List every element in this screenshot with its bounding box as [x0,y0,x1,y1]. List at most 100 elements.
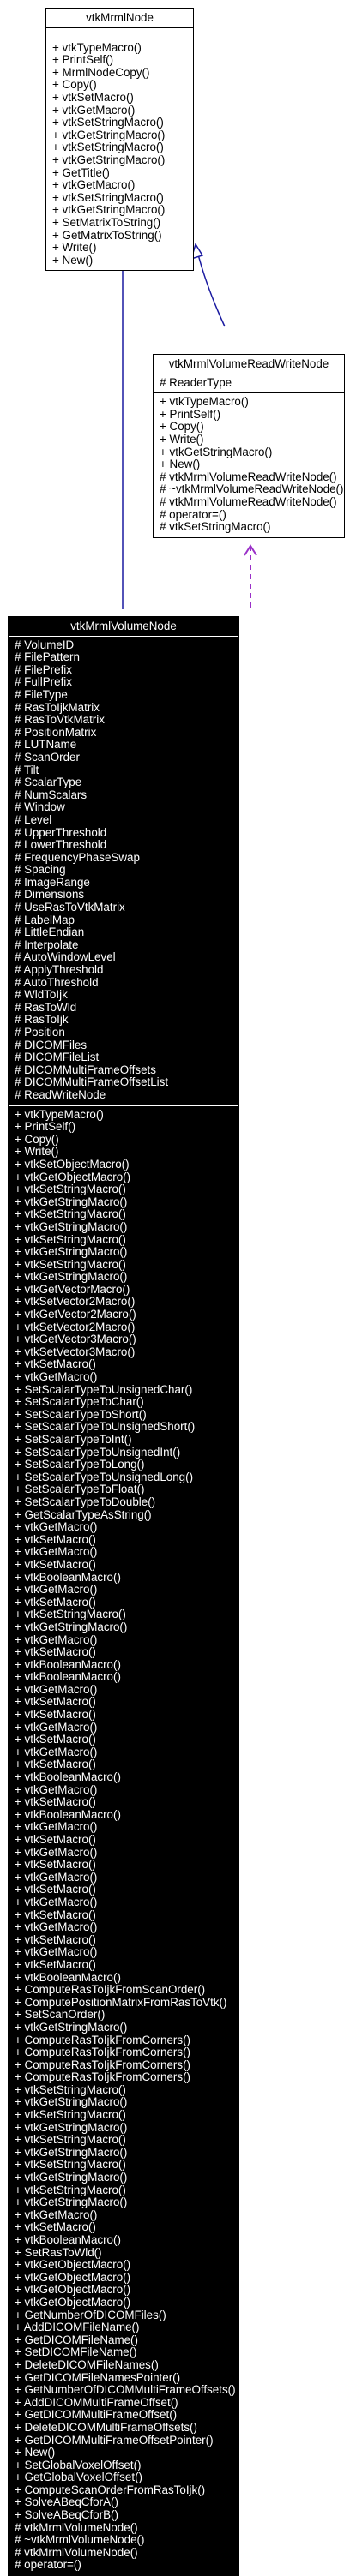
class-member: + vtkGetStringMacro() [15,2171,128,2184]
class-member: + SolveABeqCforB() [15,2508,118,2522]
class-member: + vtkGetObjectMacro() [15,1170,131,1183]
class-member: + vtkSetStringMacro() [15,2183,126,2196]
class-member: + ComputePositionMatrixFromRasToVtk() [15,1995,227,2009]
class-member: + vtkSetStringMacro() [15,1232,126,1246]
class-member: + vtkSetMacro() [15,1858,96,1872]
class-member: # UseRasToVtkMatrix [15,901,125,914]
class-member: + GetGlobalVoxelOffset() [15,2471,142,2484]
class-member: + vtkTypeMacro() [52,40,142,54]
class-member: + SetScalarTypeToDouble() [15,1495,156,1508]
class-member: + vtkGetObjectMacro() [15,2258,131,2272]
class-member: # WldToIjk [15,988,68,1002]
class-member: + vtkGetMacro() [15,1870,98,1884]
class-member: + vtkSetStringMacro() [52,190,164,204]
class-member: + vtkGetMacro() [15,1845,98,1859]
class-member: # RasToIjk [15,1013,69,1027]
class-member: # LUTName [15,738,77,752]
class-member: + SetScalarTypeToUnsignedChar() [15,1382,193,1396]
class-member: # ReadWriteNode [15,1087,106,1101]
class-member: + GetNumberOfDICOMFiles() [15,2308,166,2321]
class-member: + vtkGetStringMacro() [15,1270,128,1284]
class-member: + GetDICOMFileName() [15,2333,138,2346]
class-member: + vtkSetStringMacro() [52,141,164,154]
class-member: + vtkSetStringMacro() [15,1257,126,1271]
class-member: + vtkBooleanMacro() [15,1670,121,1684]
class-member: + ComputeRasToIjkFromCorners() [15,2046,191,2059]
class-member: + vtkGetMacro() [52,178,136,192]
class-member: # ReaderType [160,375,232,389]
class-member: # operator=() [15,2558,81,2572]
class-member: + SetScanOrder() [15,2008,106,2022]
class-member: # operator=() [160,507,226,521]
class-member: + vtkGetStringMacro() [15,1195,128,1208]
class-member: + vtkGetStringMacro() [52,203,166,217]
class-member: + vtkSetMacro() [15,1595,96,1609]
class-member: + GetScalarTypeAsString() [15,1507,152,1521]
class-member: + AddDICOMFileName() [15,2321,140,2334]
class-member: + vtkGetMacro() [15,1745,98,1758]
class-member: + Write() [52,241,97,255]
class-member: # DICOMMultiFrameOffsetList [15,1075,169,1089]
class-member: # Spacing [15,863,66,877]
class-title: vtkMrmlVolumeReadWriteNode [154,355,344,374]
class-member: # NumScalars [15,788,88,801]
class-member: # Tilt [15,763,39,776]
class-member: + SetScalarTypeToUnsignedLong() [15,1470,194,1483]
class-member: + vtkSetVector2Macro() [15,1320,136,1333]
class-member: + vtkGetStringMacro() [15,2020,128,2034]
class-member: + AddDICOMMultiFrameOffset() [15,2395,178,2409]
class-member: + vtkGetStringMacro() [15,1219,128,1233]
class-member: # VolumeID [15,638,75,651]
class-member: # vtkMrmlVolumeReadWriteNode() [160,470,337,483]
class-member: + vtkGetStringMacro() [15,2120,128,2134]
class-member: + DeleteDICOMFileNames() [15,2357,159,2371]
class-member: + Copy() [52,78,97,92]
class-member: + SetScalarTypeToLong() [15,1458,145,1471]
class-box-vtkmrmlvolumereadwritenode[interactable]: vtkMrmlVolumeReadWriteNode # ReaderType … [153,354,345,538]
class-member: # LowerThreshold [15,838,107,852]
class-member: + PrintSelf() [160,407,221,421]
class-member: + vtkSetMacro() [15,1932,96,1946]
class-member: # FilePattern [15,650,80,664]
class-member: + vtkGetMacro() [15,1682,98,1696]
class-member: + vtkGetMacro() [15,1370,98,1384]
class-member: + vtkGetMacro() [15,2208,98,2221]
class-member: # ~vtkMrmlVolumeReadWriteNode() [160,482,344,496]
class-member: + DeleteDICOMMultiFrameOffsets() [15,2420,197,2434]
class-member: + vtkGetMacro() [52,103,136,117]
class-member: + vtkBooleanMacro() [15,1807,121,1821]
class-member: # vtkMrmlVolumeNode() [15,2545,138,2559]
class-member: # Level [15,812,52,826]
class-member: # DICOMFiles [15,1038,88,1051]
class-member: + vtkGetVector3Macro() [15,1333,136,1346]
class-member: # ScanOrder [15,750,80,764]
class-member: # AutoWindowLevel [15,950,116,964]
class-member: + vtkTypeMacro() [160,395,249,409]
class-member: # Window [15,800,65,814]
class-member: + SetScalarTypeToUnsignedShort() [15,1420,196,1434]
class-member: # ~vtkMrmlVolumeNode() [15,2533,145,2547]
class-member: + vtkSetObjectMacro() [15,1157,130,1171]
class-member: + GetDICOMMultiFrameOffset() [15,2408,178,2422]
class-member: + vtkGetStringMacro() [15,2196,128,2209]
class-member: + vtkBooleanMacro() [15,2233,121,2246]
class-member: + SetGlobalVoxelOffset() [15,2458,142,2471]
class-member: + vtkSetMacro() [15,1557,96,1571]
class-member: + SetScalarTypeToShort() [15,1407,147,1421]
class-member: + vtkSetMacro() [15,1833,96,1846]
class-member: + New() [160,458,201,471]
class-member: + ComputeScanOrderFromRasToIjk() [15,2483,206,2496]
class-member: + vtkGetVector2Macro() [15,1308,136,1321]
class-member: + vtkGetMacro() [15,1895,98,1908]
class-member: + vtkGetMacro() [15,1632,98,1646]
class-member: + SetDICOMFileName() [15,2345,137,2359]
class-member: # DICOMFileList [15,1051,100,1064]
class-member: # LabelMap [15,913,75,926]
class-member: + vtkGetMacro() [15,1583,98,1597]
class-member: + vtkSetStringMacro() [15,2158,126,2172]
class-box-vtkmrmlvolumenode[interactable]: vtkMrmlVolumeNode # VolumeID # FilePatter… [8,616,239,2576]
class-member: + GetMatrixToString() [52,228,162,242]
class-member: # FileType [15,687,68,701]
class-box-vtkmrmlnode[interactable]: vtkMrmlNode + vtkTypeMacro() + PrintSelf(… [45,8,194,272]
attributes-section [46,28,193,39]
